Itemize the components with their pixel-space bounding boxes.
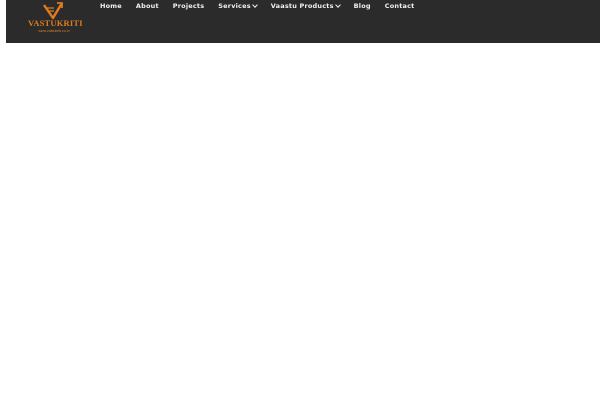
- nav-projects[interactable]: Projects: [173, 2, 205, 10]
- nav-blog[interactable]: Blog: [354, 2, 371, 10]
- nav-contact-label: Contact: [384, 2, 415, 10]
- site-logo[interactable]: VASTUKRITI www.vastukriti.co.in: [28, 2, 83, 38]
- logo-text: VASTUKRITI: [28, 18, 83, 28]
- page-body: [0, 43, 600, 400]
- nav-services-label: Services: [218, 2, 251, 10]
- nav-services[interactable]: Services: [218, 2, 258, 10]
- nav-home[interactable]: Home: [100, 2, 122, 10]
- nav-about[interactable]: About: [136, 2, 159, 10]
- nav-contact[interactable]: Contact: [385, 2, 415, 10]
- logo-url: www.vastukriti.co.in: [38, 29, 70, 33]
- nav-vaastu-products[interactable]: Vaastu Products: [270, 2, 341, 10]
- nav-blog-label: Blog: [353, 2, 371, 10]
- nav-home-label: Home: [100, 2, 122, 10]
- chevron-down-icon: [251, 2, 258, 8]
- nav-about-label: About: [135, 2, 159, 10]
- site-header: VASTUKRITI www.vastukriti.co.in Home Abo…: [6, 0, 600, 43]
- chevron-down-icon: [334, 2, 341, 8]
- nav-projects-label: Projects: [172, 2, 205, 10]
- main-nav: Home About Projects Services Vaastu Prod…: [100, 0, 428, 12]
- nav-vaastu-products-label: Vaastu Products: [270, 2, 334, 10]
